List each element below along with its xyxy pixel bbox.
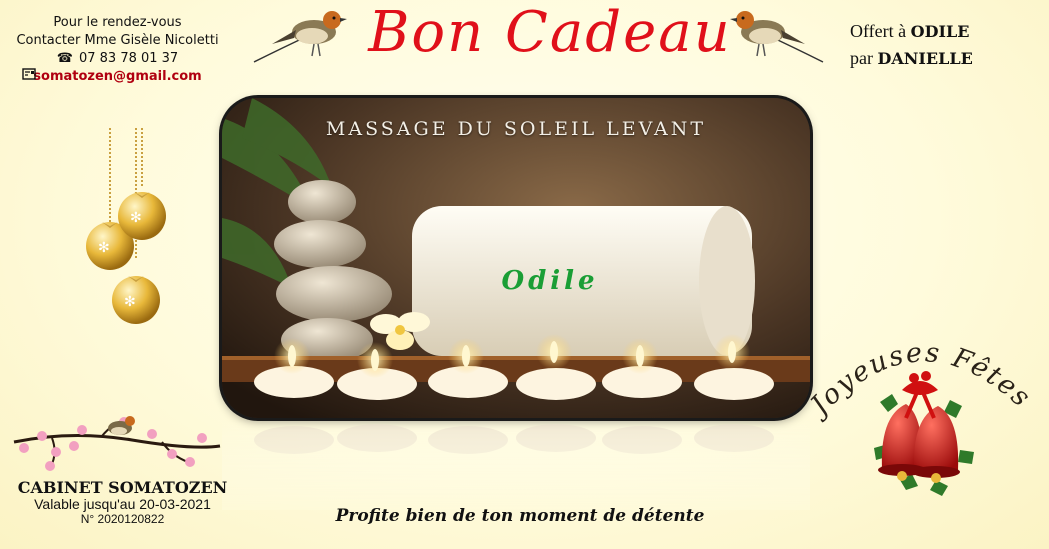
contact-phone-row: ☎ 07 83 78 01 37 — [0, 50, 235, 68]
contact-block: Pour le rendez-vous Contacter Mme Gisèle… — [0, 14, 235, 86]
massage-title: MASSAGE DU SOLEIL LEVANT — [325, 118, 707, 140]
svg-text:✻: ✻ — [130, 209, 142, 225]
tagline: Profite bien de ton moment de détente — [335, 506, 705, 526]
offered-by-prefix: par — [850, 48, 873, 68]
offered-to-prefix: Offert à — [850, 21, 907, 41]
greeting-block: Joyeuses Fêtes — [801, 320, 1040, 500]
bird-left-icon — [252, 4, 347, 71]
contact-email-row: somatozen@gmail.com — [0, 68, 235, 86]
validity-date: Valable jusqu'au 20-03-2021 — [34, 496, 211, 512]
svg-text:✻: ✻ — [98, 239, 110, 255]
phone-icon: ☎ — [56, 51, 73, 66]
svg-text:✻: ✻ — [124, 293, 136, 309]
greeting-text: Joyeuses Fêtes — [810, 337, 1037, 424]
cabinet-block: CABINET SOMATOZEN Valable jusqu'au 20-03… — [0, 478, 245, 526]
massage-photo — [222, 98, 810, 418]
photo-reflection — [222, 420, 810, 510]
blossom-branch-icon — [12, 410, 222, 480]
offered-to-row: Offert à ODILE — [850, 18, 973, 45]
contact-line-name: Contacter Mme Gisèle Nicoletti — [16, 33, 219, 48]
offered-to-name: ODILE — [910, 22, 970, 41]
mailbox-icon — [22, 68, 36, 86]
offered-by-row: par DANIELLE — [850, 45, 973, 72]
contact-phone: 07 83 78 01 37 — [78, 51, 179, 66]
contact-line-appointment: Pour le rendez-vous — [53, 15, 182, 30]
recipient-name: Odile — [501, 266, 599, 296]
cabinet-name: CABINET SOMATOZEN — [17, 478, 228, 497]
page-title: Bon Cadeau — [368, 0, 732, 65]
offer-block: Offert à ODILE par DANIELLE — [850, 18, 973, 72]
bird-right-icon — [730, 4, 825, 71]
christmas-ornaments-icon: ✻ ✻ ✻ — [80, 128, 180, 338]
contact-email-link[interactable]: somatozen@gmail.com — [33, 68, 201, 86]
voucher-number: N° 2020120822 — [80, 512, 165, 526]
offered-by-name: DANIELLE — [877, 49, 973, 68]
